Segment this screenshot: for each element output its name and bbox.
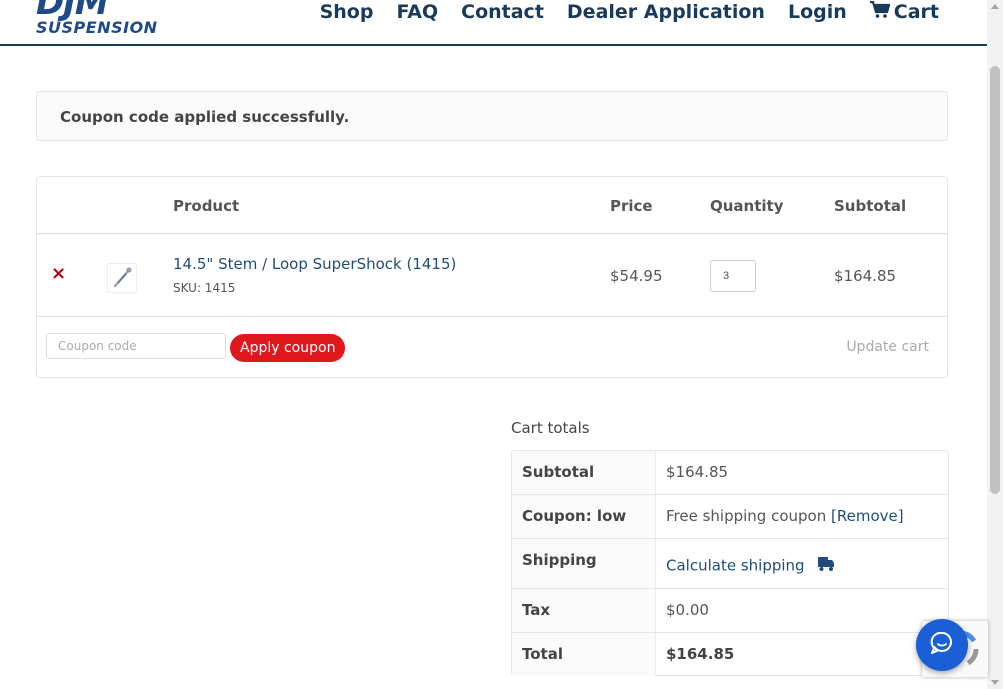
remove-item-icon[interactable]: × (51, 265, 66, 283)
cart-totals-table: Subtotal $164.85 Coupon: low Free shippi… (511, 450, 949, 676)
product-thumbnail[interactable] (107, 263, 137, 293)
header-price: Price (610, 197, 653, 215)
nav-login[interactable]: Login (788, 0, 847, 24)
cart-totals-heading: Cart totals (511, 419, 590, 437)
header-quantity: Quantity (710, 197, 784, 215)
scroll-thumb[interactable] (990, 66, 1000, 494)
coupon-code-input[interactable] (46, 333, 226, 359)
truck-icon[interactable] (817, 556, 835, 576)
remove-coupon-link[interactable]: [Remove] (831, 507, 904, 525)
table-divider (37, 233, 947, 234)
quantity-input[interactable] (710, 260, 756, 292)
product-sku: SKU: 1415 (173, 281, 236, 295)
subtotal-label: Subtotal (522, 463, 595, 481)
tax-label: Tax (522, 601, 551, 619)
header-product: Product (173, 197, 240, 215)
shipping-label: Shipping (522, 551, 597, 569)
coupon-value: Free shipping coupon [Remove] (666, 507, 904, 525)
total-value: $164.85 (666, 645, 735, 663)
coupon-success-notice: Coupon code applied successfully. (36, 91, 948, 141)
logo-subtext: SUSPENSION (36, 18, 158, 37)
product-subtotal: $164.85 (834, 267, 897, 285)
logo-text: DJM (36, 0, 109, 23)
cart-table: Product Price Quantity Subtotal × 14.5" … (36, 176, 948, 378)
apply-coupon-button[interactable]: Apply coupon (230, 334, 346, 362)
product-name-link[interactable]: 14.5" Stem / Loop SuperShock (1415) (173, 255, 456, 273)
nav-faq[interactable]: FAQ (396, 0, 438, 24)
cart-icon (869, 0, 891, 23)
nav-shop[interactable]: Shop (320, 0, 374, 24)
djm-logo[interactable]: DJM SUSPENSION (36, 0, 176, 38)
chat-button[interactable] (916, 619, 968, 671)
shipping-value: Calculate shipping (666, 556, 835, 576)
chat-icon (929, 630, 955, 661)
main-nav: Shop FAQ Contact Dealer Application Logi… (320, 0, 939, 24)
scroll-up-arrow[interactable] (991, 4, 999, 9)
header-subtotal: Subtotal (834, 197, 907, 215)
site-header: DJM SUSPENSION Shop FAQ Contact Dealer A… (0, 0, 987, 46)
subtotal-value: $164.85 (666, 463, 729, 481)
totals-row-shipping: Shipping Calculate shipping (512, 539, 948, 588)
scroll-down-arrow[interactable] (991, 680, 999, 685)
update-cart-button[interactable]: Update cart (846, 339, 929, 355)
tax-value: $0.00 (666, 601, 709, 619)
table-divider (37, 316, 947, 317)
page-scrollbar[interactable] (987, 0, 1003, 689)
nav-contact[interactable]: Contact (461, 0, 544, 24)
nav-cart-label: Cart (893, 1, 939, 23)
nav-dealer-application[interactable]: Dealer Application (567, 0, 765, 24)
coupon-label: Coupon: low (522, 507, 627, 525)
coupon-description: Free shipping coupon (666, 507, 827, 525)
totals-row-total: Total $164.85 (512, 633, 948, 676)
calculate-shipping-link[interactable]: Calculate shipping (666, 557, 805, 575)
totals-row-coupon: Coupon: low Free shipping coupon [Remove… (512, 495, 948, 538)
total-label: Total (522, 645, 563, 663)
product-price: $54.95 (610, 267, 663, 285)
totals-row-subtotal: Subtotal $164.85 (512, 451, 948, 494)
notice-message: Coupon code applied successfully. (60, 108, 350, 126)
totals-row-tax: Tax $0.00 (512, 589, 948, 632)
nav-cart[interactable]: Cart (869, 0, 939, 24)
